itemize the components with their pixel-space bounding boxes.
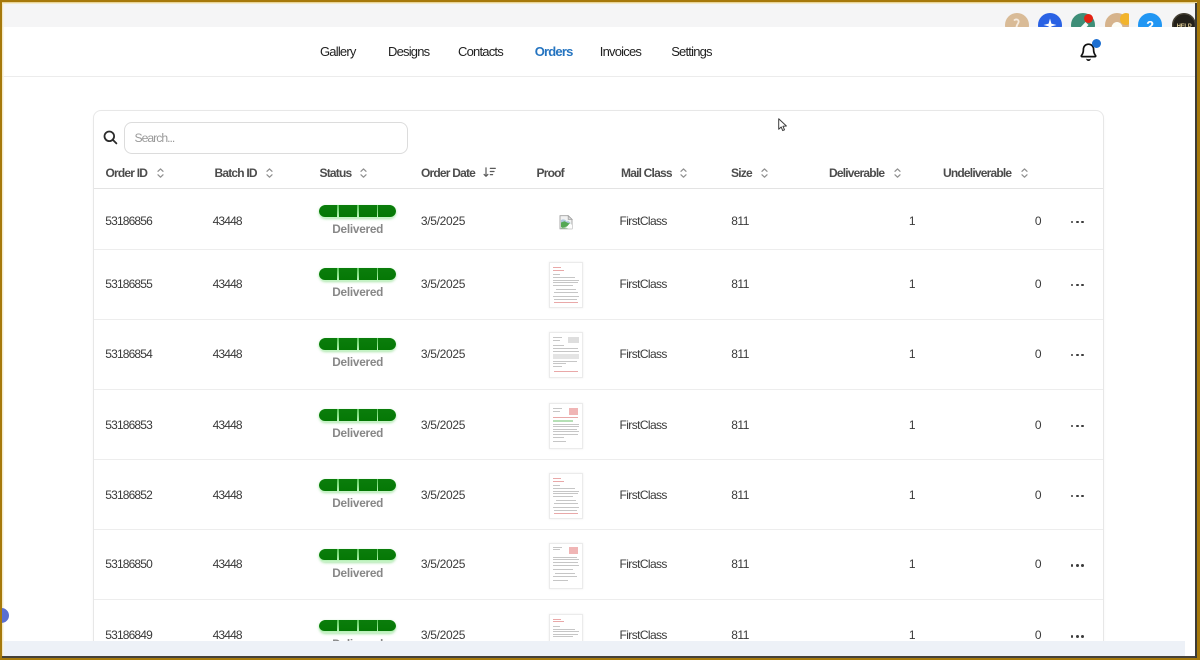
svg-text:2: 2 [1146,17,1154,27]
